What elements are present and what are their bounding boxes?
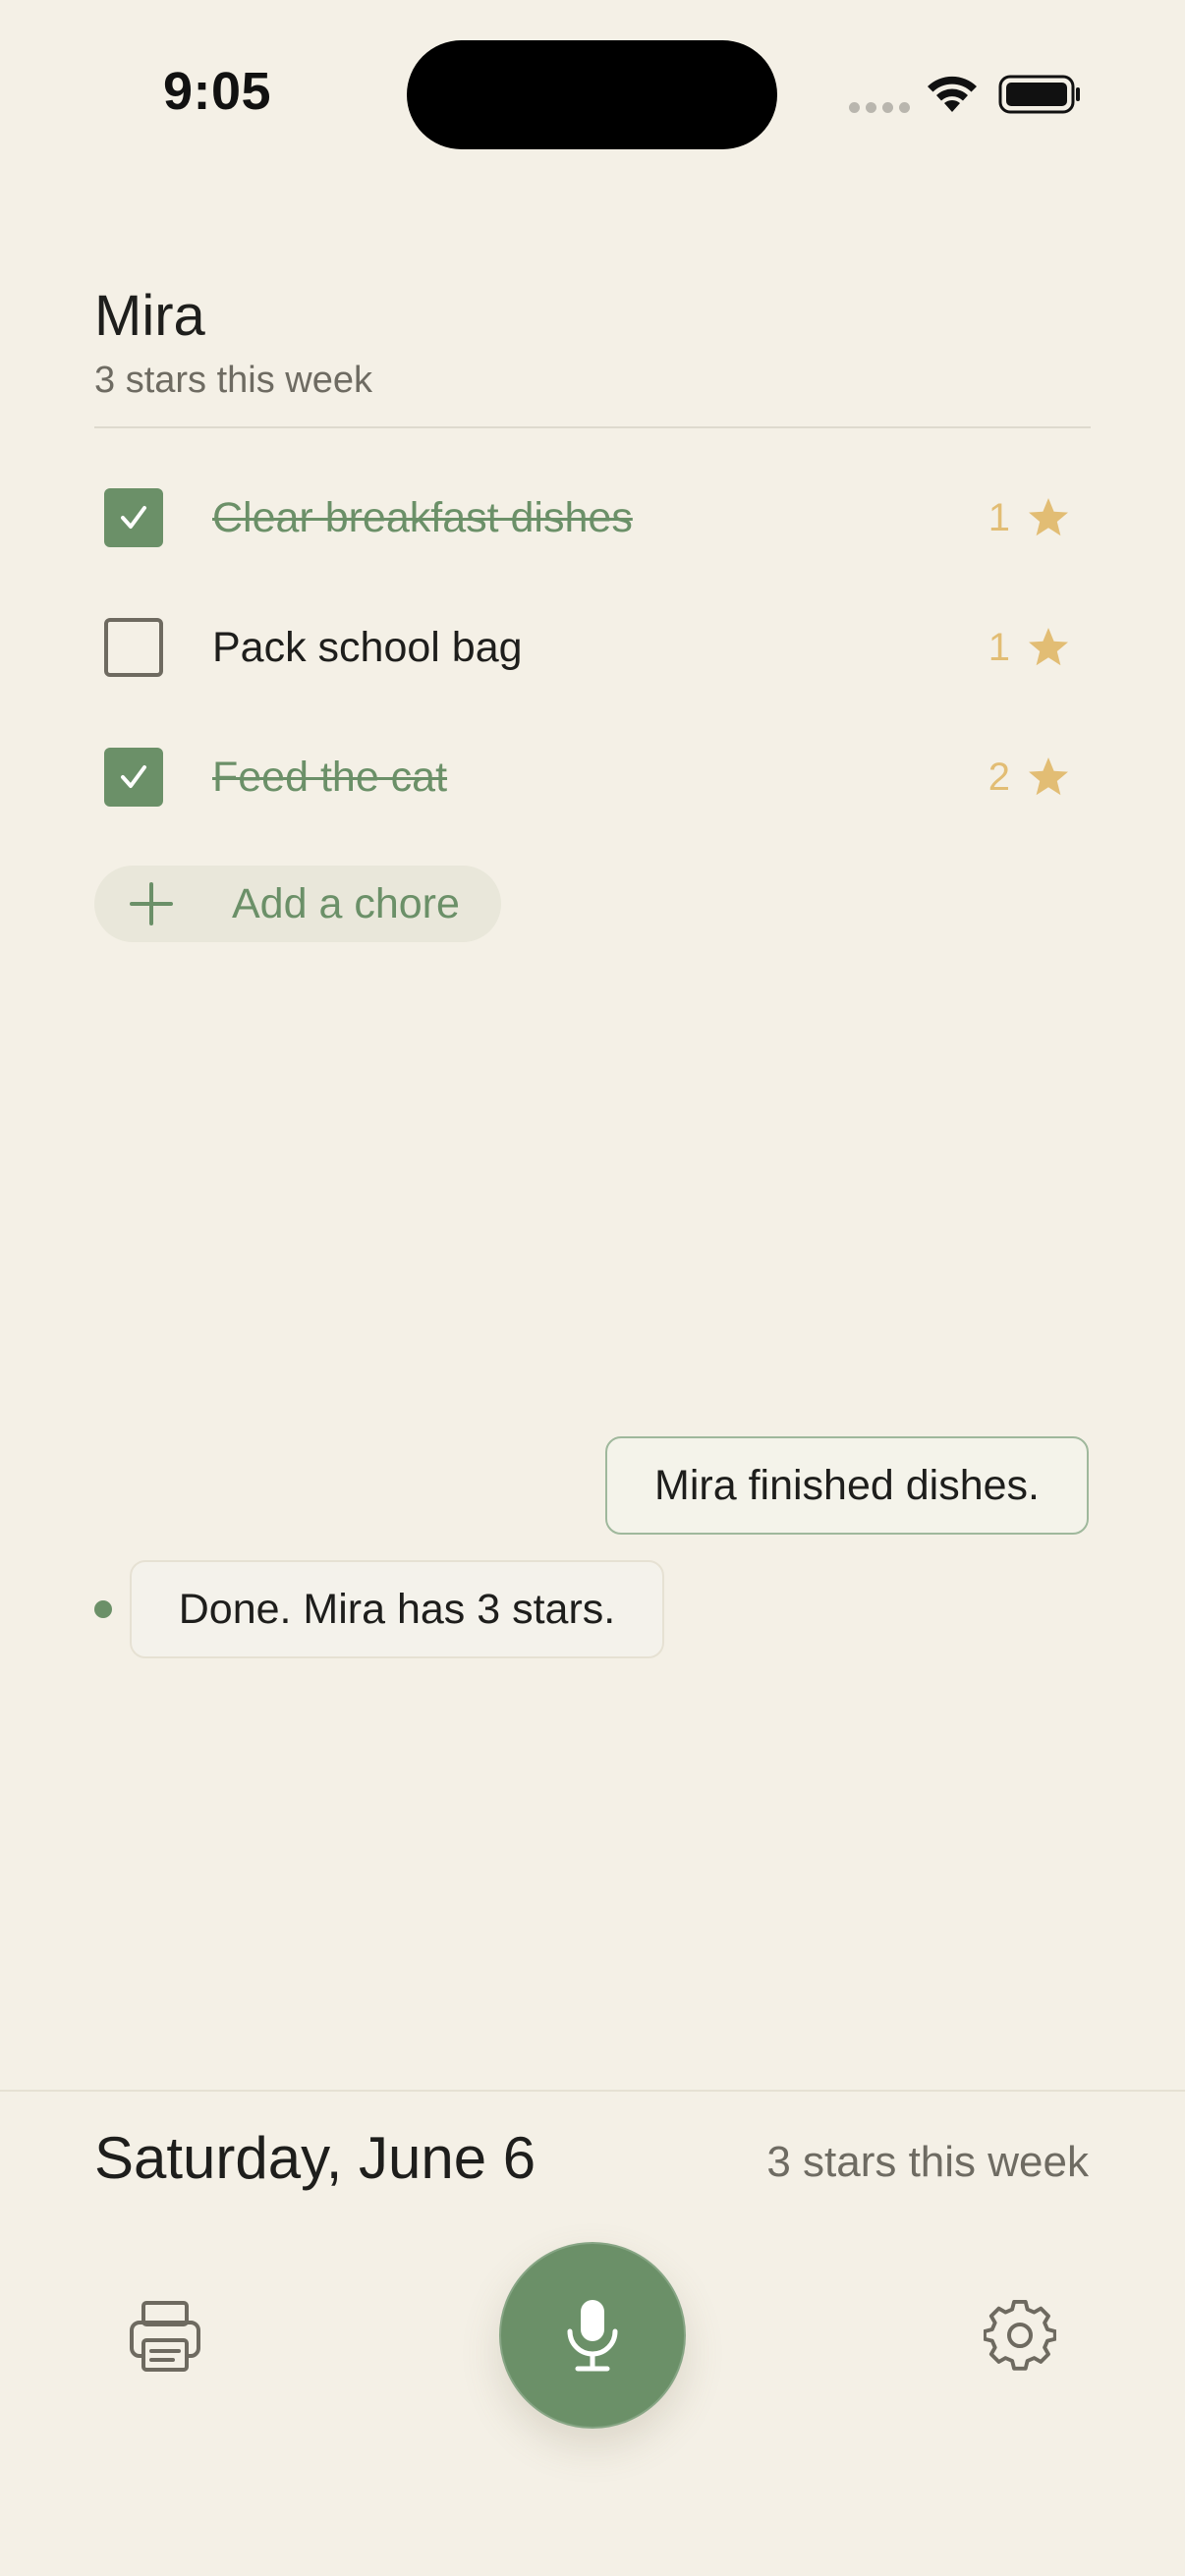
assistant-message-bubble: Done. Mira has 3 stars. <box>130 1560 664 1658</box>
status-time: 9:05 <box>163 62 272 121</box>
print-button[interactable] <box>118 2289 212 2383</box>
assistant-indicator-dot <box>94 1600 112 1618</box>
dynamic-island <box>407 40 777 149</box>
chore-label: Feed the cat <box>212 753 448 801</box>
chore-star-value: 2 <box>988 755 1071 800</box>
gear-icon <box>984 2300 1056 2371</box>
checkmark-icon <box>121 765 146 788</box>
star-icon <box>1029 757 1068 796</box>
chore-row[interactable]: Feed the cat 2 <box>94 732 1091 822</box>
star-count: 1 <box>988 625 1010 669</box>
checkmark-icon <box>121 506 146 529</box>
child-name-title: Mira <box>94 284 205 348</box>
star-icon <box>1029 628 1068 666</box>
chore-label: Pack school bag <box>212 623 523 671</box>
weekly-stars-subtitle: 3 stars this week <box>94 360 372 401</box>
star-icon <box>1029 498 1068 536</box>
star-count: 2 <box>988 755 1010 799</box>
cellular-signal-icon <box>849 102 910 113</box>
add-chore-button[interactable]: Add a chore <box>94 866 501 942</box>
checkbox-unchecked[interactable] <box>104 618 163 677</box>
checkbox-checked[interactable] <box>104 748 163 807</box>
footer-divider <box>0 2090 1185 2092</box>
footer-stars-summary: 3 stars this week <box>766 2138 1089 2186</box>
printer-icon <box>130 2301 200 2372</box>
battery-icon <box>998 75 1080 114</box>
chore-star-value: 1 <box>988 495 1071 540</box>
star-count: 1 <box>988 495 1010 539</box>
chore-star-value: 1 <box>988 625 1071 670</box>
footer-date: Saturday, June 6 <box>94 2125 536 2191</box>
chore-row[interactable]: Pack school bag 1 <box>94 602 1091 693</box>
settings-button[interactable] <box>973 2289 1067 2383</box>
checkbox-checked[interactable] <box>104 488 163 547</box>
chore-row[interactable]: Clear breakfast dishes 1 <box>94 473 1091 563</box>
microphone-icon <box>567 2300 618 2372</box>
user-message-bubble: Mira finished dishes. <box>605 1436 1089 1535</box>
microphone-button[interactable] <box>499 2242 686 2429</box>
add-chore-label: Add a chore <box>232 879 460 927</box>
header-divider <box>94 426 1091 428</box>
chore-label: Clear breakfast dishes <box>212 493 633 541</box>
wifi-icon <box>928 76 977 112</box>
plus-icon <box>130 882 173 925</box>
